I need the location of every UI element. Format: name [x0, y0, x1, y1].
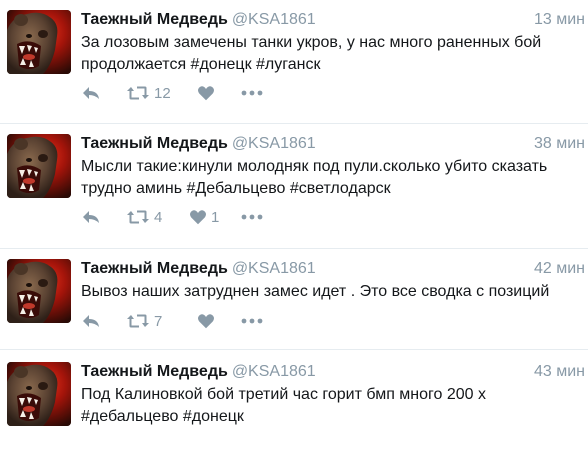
- author-name[interactable]: Таежный Медведь: [81, 363, 228, 380]
- retweet-button[interactable]: 12: [126, 83, 171, 103]
- tweet-text: За лозовым замечены танки укров, у нас м…: [81, 34, 542, 73]
- bear-avatar-image: [7, 362, 71, 426]
- retweet-count: 4: [154, 208, 163, 226]
- more-button[interactable]: [241, 311, 263, 331]
- retweet-icon: [126, 207, 150, 227]
- bear-avatar-image: [7, 259, 71, 323]
- tweet-header: Таежный Медведь @KSA1861: [81, 260, 588, 280]
- author-handle[interactable]: @KSA1861: [232, 135, 316, 152]
- retweet-count: 7: [154, 312, 163, 330]
- more-icon: [241, 89, 263, 97]
- retweet-button[interactable]: 7: [126, 311, 162, 331]
- tweet-actions: 12: [81, 83, 281, 103]
- reply-icon: [81, 83, 101, 103]
- author-handle[interactable]: @KSA1861: [232, 260, 316, 277]
- heart-icon: [197, 312, 215, 330]
- more-button[interactable]: [241, 207, 263, 227]
- like-button[interactable]: [197, 311, 219, 331]
- tweet-time[interactable]: 38 мин: [534, 135, 585, 153]
- retweet-icon: [126, 83, 150, 103]
- author-handle[interactable]: @KSA1861: [232, 363, 316, 380]
- tweet-header: Таежный Медведь @KSA1861: [81, 363, 588, 383]
- tweet[interactable]: Таежный Медведь @KSA1861 13 мин За лозовы…: [0, 0, 588, 122]
- reply-button[interactable]: [81, 83, 101, 103]
- like-button[interactable]: [197, 83, 219, 103]
- reply-button[interactable]: [81, 207, 101, 227]
- bear-avatar-image: [7, 10, 71, 74]
- author-name[interactable]: Таежный Медведь: [81, 135, 228, 152]
- reply-button[interactable]: [81, 311, 101, 331]
- author-name[interactable]: Таежный Медведь: [81, 11, 228, 28]
- tweet-time[interactable]: 13 мин: [534, 11, 585, 29]
- avatar[interactable]: [7, 10, 71, 74]
- like-button[interactable]: 1: [189, 207, 219, 227]
- author-name[interactable]: Таежный Медведь: [81, 260, 228, 277]
- tweet-text: Мысли такие:кинули молодняк под пули.ско…: [81, 158, 548, 197]
- more-button[interactable]: [241, 83, 263, 103]
- tweet-header: Таежный Медведь @KSA1861: [81, 11, 588, 31]
- more-icon: [241, 213, 263, 221]
- retweet-count: 12: [154, 84, 171, 102]
- like-count: 1: [211, 208, 220, 226]
- author-handle[interactable]: @KSA1861: [232, 11, 316, 28]
- tweet-time[interactable]: 42 мин: [534, 260, 585, 278]
- avatar[interactable]: [7, 362, 71, 426]
- retweet-icon: [126, 311, 150, 331]
- heart-icon: [197, 84, 215, 102]
- reply-icon: [81, 207, 101, 227]
- retweet-button[interactable]: 4: [126, 207, 162, 227]
- heart-icon: [189, 208, 207, 226]
- avatar[interactable]: [7, 134, 71, 198]
- more-icon: [241, 317, 263, 325]
- divider: [0, 349, 588, 350]
- tweet-actions: 7: [81, 311, 281, 331]
- tweet-header: Таежный Медведь @KSA1861: [81, 135, 588, 155]
- tweet-actions: 4 1: [81, 207, 281, 227]
- tweet-text: Вывоз наших затруднен замес идет . Это в…: [81, 283, 550, 300]
- tweet[interactable]: Таежный Медведь @KSA1861 43 мин Под Калин…: [0, 352, 588, 474]
- reply-icon: [81, 311, 101, 331]
- tweet[interactable]: Таежный Медведь @KSA1861 38 мин Мысли так…: [0, 124, 588, 246]
- bear-avatar-image: [7, 134, 71, 198]
- tweet-time[interactable]: 43 мин: [534, 363, 585, 381]
- avatar[interactable]: [7, 259, 71, 323]
- tweet-text: Под Калиновкой бой третий час горит бмп …: [81, 386, 486, 425]
